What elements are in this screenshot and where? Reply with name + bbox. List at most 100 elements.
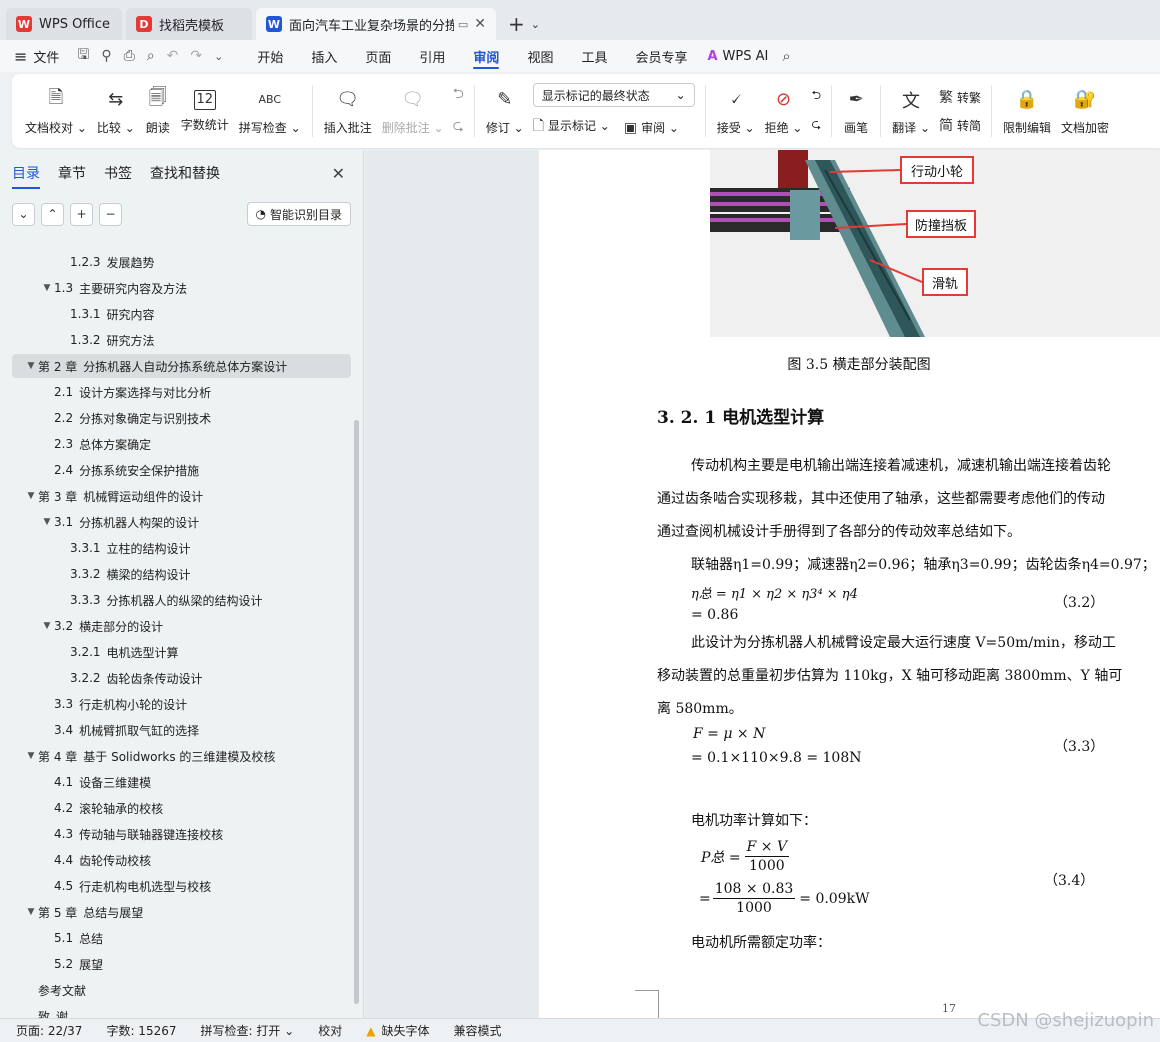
expand-toggle-icon[interactable]: ▼: [40, 621, 54, 631]
toc-item[interactable]: ▼ 第 2 章分拣机器人自动分拣系统总体方案设计: [12, 354, 351, 378]
toc-item[interactable]: 2.4 分拣系统安全保护措施: [12, 458, 351, 482]
toc-item[interactable]: 参考文献: [12, 978, 351, 1002]
accept-button[interactable]: 🗸 接受 ⌄: [712, 78, 760, 144]
document-page[interactable]: 行动小轮 防撞挡板 滑轨 图 3.5 横走部分装配图 3. 2. 1 电机选型计…: [539, 150, 1160, 1018]
file-menu[interactable]: ≡ 文件: [14, 47, 59, 66]
print-icon[interactable]: ⎙: [124, 48, 135, 64]
tab-sections[interactable]: 章节: [58, 163, 86, 183]
toc-item[interactable]: 3.2.2 齿轮齿条传动设计: [12, 666, 351, 690]
redo-icon[interactable]: ↷: [190, 48, 202, 64]
to-traditional-button[interactable]: 繁转繁: [939, 87, 981, 107]
toc-item[interactable]: 5.1 总结: [12, 926, 351, 950]
remove-heading-button[interactable]: −: [99, 202, 122, 226]
insert-comment-button[interactable]: 🗨 插入批注: [319, 78, 377, 144]
toc-item[interactable]: ▼ 第 4 章基于 Solidworks 的三维建模及校核: [12, 744, 351, 768]
toc-item[interactable]: ▼ 3.1 分拣机器人构架的设计: [12, 510, 351, 534]
close-tab-icon[interactable]: ✕: [474, 16, 486, 32]
toc-item[interactable]: 3.3 行走机构小轮的设计: [12, 692, 351, 716]
menu-insert[interactable]: 插入: [297, 40, 351, 72]
tab-document[interactable]: W 面向汽车工业复杂场景的分拣 ▭ ✕: [256, 8, 496, 40]
menu-view[interactable]: 视图: [513, 40, 567, 72]
previous-comment-icon[interactable]: ⮌: [453, 83, 464, 107]
print-preview-icon[interactable]: ⌕: [147, 48, 155, 64]
missing-font-indicator[interactable]: ▲ 缺失字体: [366, 1022, 429, 1039]
expand-toggle-icon[interactable]: ▼: [40, 283, 54, 293]
translate-button[interactable]: 文 翻译 ⌄: [887, 78, 935, 144]
toc-item[interactable]: 3.4 机械臂抓取气缸的选择: [12, 718, 351, 742]
spellcheck-button[interactable]: ABC 拼写检查 ⌄: [234, 78, 306, 144]
expand-toggle-icon[interactable]: ▼: [24, 361, 38, 371]
toc-item[interactable]: 2.2 分拣对象确定与识别技术: [12, 406, 351, 430]
review-pane-button[interactable]: ▣ 审阅 ⌄: [624, 119, 679, 136]
toc-scrollbar[interactable]: [354, 420, 359, 1004]
tab-wps-office[interactable]: W WPS Office: [6, 8, 122, 40]
show-markup-button[interactable]: 🗋 显示标记 ⌄: [533, 115, 610, 139]
link-icon[interactable]: ⚲: [101, 48, 111, 64]
toc-item[interactable]: 2.1 设计方案选择与对比分析: [12, 380, 351, 404]
expand-toggle-icon[interactable]: ▼: [40, 517, 54, 527]
display-state-dropdown[interactable]: 显示标记的最终状态 ⌄: [532, 83, 695, 107]
toc-item[interactable]: 3.3.3 分拣机器人的纵梁的结构设计: [12, 588, 351, 612]
wps-ai-button[interactable]: A WPS AI: [707, 49, 768, 64]
expand-toggle-icon[interactable]: ▼: [24, 907, 38, 917]
track-changes-button[interactable]: ✎ 修订 ⌄: [481, 78, 529, 144]
expand-toggle-icon[interactable]: ▼: [24, 491, 38, 501]
search-icon[interactable]: ⌕: [782, 47, 790, 65]
toc-item[interactable]: 4.3 传动轴与联轴器键连接校核: [12, 822, 351, 846]
toc-item[interactable]: 3.2.1 电机选型计算: [12, 640, 351, 664]
toc-item[interactable]: 5.2 展望: [12, 952, 351, 976]
expand-toggle-icon[interactable]: ▼: [24, 751, 38, 761]
menu-tools[interactable]: 工具: [567, 40, 621, 72]
expand-down-button[interactable]: ⌄: [12, 202, 35, 226]
toc-item[interactable]: 3.3.2 横梁的结构设计: [12, 562, 351, 586]
encrypt-button[interactable]: 🔐 文档加密: [1056, 78, 1114, 144]
close-pane-icon[interactable]: ✕: [332, 164, 345, 183]
toc-item[interactable]: 1.2.3 发展趋势: [12, 250, 351, 274]
next-change-icon[interactable]: ⮎: [811, 115, 821, 136]
smart-toc-button[interactable]: ◔ 智能识别目录: [246, 202, 351, 226]
previous-change-icon[interactable]: ⮌: [811, 86, 821, 107]
tab-bookmarks[interactable]: 书签: [104, 163, 132, 183]
collapse-up-button[interactable]: ⌃: [41, 202, 64, 226]
save-icon[interactable]: 🖫: [77, 44, 89, 68]
proof-indicator[interactable]: 校对: [318, 1022, 342, 1039]
toc-item[interactable]: ▼ 1.3 主要研究内容及方法: [12, 276, 351, 300]
page-indicator[interactable]: 页面: 22/37: [16, 1022, 82, 1039]
next-comment-icon[interactable]: ⮎: [453, 115, 464, 139]
tab-toc[interactable]: 目录: [12, 163, 40, 189]
read-aloud-button[interactable]: 🗐 朗读: [140, 78, 176, 144]
to-simplified-button[interactable]: 简转简: [939, 115, 981, 135]
delete-comment-button[interactable]: 🗨 删除批注 ⌄: [377, 78, 449, 144]
menu-review[interactable]: 审阅: [459, 40, 513, 72]
menu-start[interactable]: 开始: [243, 40, 297, 72]
add-heading-button[interactable]: +: [70, 202, 93, 226]
toc-item[interactable]: 致谢: [12, 1004, 351, 1019]
toc-item[interactable]: 1.3.2 研究方法: [12, 328, 351, 352]
toc-item[interactable]: 3.3.1 立柱的结构设计: [12, 536, 351, 560]
restrict-edit-button[interactable]: 🔒 限制编辑: [998, 78, 1056, 144]
toc-item[interactable]: 1.3.1 研究内容: [12, 302, 351, 326]
tab-find-replace[interactable]: 查找和替换: [150, 163, 220, 183]
chevron-down-icon[interactable]: ⌄: [214, 50, 223, 63]
toc-item[interactable]: 4.5 行走机构电机选型与校核: [12, 874, 351, 898]
chevron-down-icon[interactable]: ⌄: [531, 18, 540, 31]
word-count-indicator[interactable]: 字数: 15267: [106, 1022, 176, 1039]
menu-member[interactable]: 会员专享: [621, 40, 701, 72]
pen-button[interactable]: ✒ 画笔: [838, 78, 874, 144]
proofread-button[interactable]: 🗎 文档校对 ⌄: [20, 78, 92, 144]
spellcheck-indicator[interactable]: 拼写检查: 打开 ⌄: [201, 1022, 295, 1039]
reject-button[interactable]: ⊘ 拒绝 ⌄: [760, 78, 808, 144]
toc-item[interactable]: 4.2 滚轮轴承的校核: [12, 796, 351, 820]
tab-docer-templates[interactable]: D 找稻壳模板: [126, 8, 252, 40]
undo-icon[interactable]: ↶: [167, 48, 179, 64]
word-count-button[interactable]: 12 字数统计: [176, 78, 234, 144]
compare-button[interactable]: ⇆ 比较 ⌄: [92, 78, 140, 144]
menu-page[interactable]: 页面: [351, 40, 405, 72]
toc-item[interactable]: 4.1 设备三维建模: [12, 770, 351, 794]
toc-item[interactable]: 4.4 齿轮传动校核: [12, 848, 351, 872]
toc-item[interactable]: ▼ 第 5 章总结与展望: [12, 900, 351, 924]
toc-item[interactable]: ▼ 3.2 横走部分的设计: [12, 614, 351, 638]
toc-item[interactable]: ▼ 第 3 章机械臂运动组件的设计: [12, 484, 351, 508]
menu-reference[interactable]: 引用: [405, 40, 459, 72]
new-tab-button[interactable]: + ⌄: [500, 8, 548, 40]
